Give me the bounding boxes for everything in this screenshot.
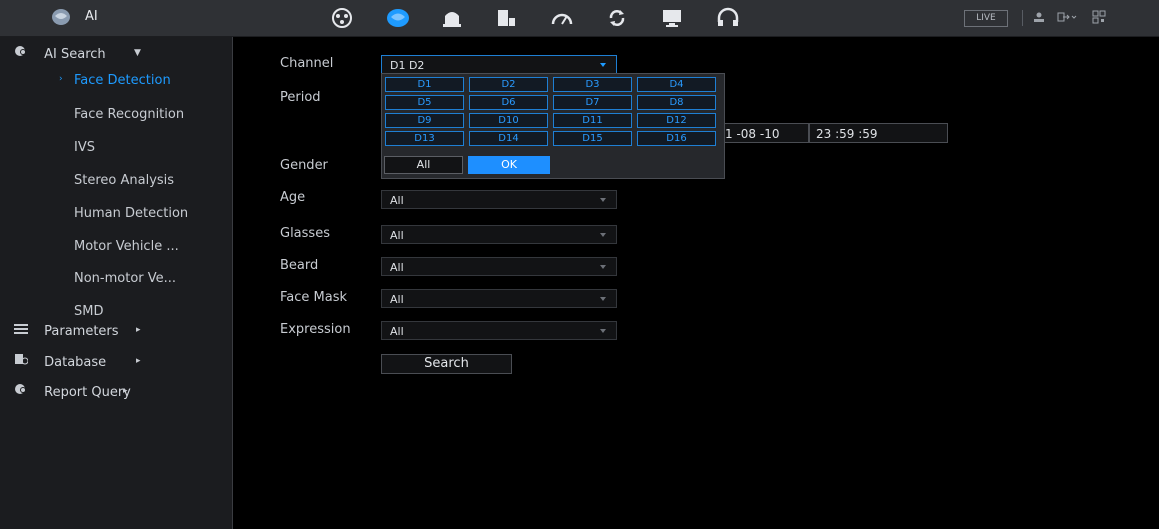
channel-option-d15[interactable]: D15 [553,131,632,146]
live-button[interactable]: LIVE [964,10,1008,27]
glasses-value: All [390,229,404,242]
face-mask-select[interactable]: All [381,289,617,308]
channel-label: Channel [280,56,334,71]
chevron-down-icon [600,297,606,301]
display-icon[interactable] [658,6,686,30]
sidebar-item-label: Database [44,354,107,370]
qr-code-icon[interactable] [1092,9,1106,25]
channel-option-d3[interactable]: D3 [553,77,632,92]
sidebar-item-database[interactable]: Database [14,348,106,376]
sidebar-item-label: Parameters [44,323,119,339]
sidebar-item-parameters[interactable]: Parameters [14,317,119,345]
chevron-down-icon [600,233,606,237]
channel-option-d1[interactable]: D1 [385,77,464,92]
headset-icon[interactable] [714,6,742,30]
app-title: AI [85,9,98,24]
user-icon[interactable] [1033,9,1045,25]
beard-value: All [390,261,404,274]
logout-icon[interactable] [1057,9,1077,25]
beard-label: Beard [280,258,319,273]
channel-option-d7[interactable]: D7 [553,95,632,110]
beard-select[interactable]: All [381,257,617,276]
channel-option-d13[interactable]: D13 [385,131,464,146]
age-select[interactable]: All [381,190,617,209]
expression-label: Expression [280,322,351,337]
chevron-right-icon: ▸ [136,356,141,366]
sync-icon[interactable] [603,6,631,30]
chevron-right-icon: ▸ [136,325,141,335]
sidebar-sub-ivs[interactable]: IVS [74,134,95,162]
sidebar-item-label: AI Search [44,46,106,62]
chevron-down-icon [600,329,606,333]
channel-option-d16[interactable]: D16 [637,131,716,146]
channel-option-d2[interactable]: D2 [469,77,548,92]
channel-option-d14[interactable]: D14 [469,131,548,146]
ai-search-icon [14,40,28,68]
sidebar-sub-stereo-analysis[interactable]: Stereo Analysis [74,167,174,195]
channel-ok-button[interactable]: OK [468,156,550,174]
sidebar-sub-non-motor-vehicle[interactable]: Non-motor Ve... [74,265,176,293]
report-query-icon [14,378,28,406]
sidebar-sub-face-detection[interactable]: Face Detection [74,67,171,95]
channel-option-d4[interactable]: D4 [637,77,716,92]
divider [1022,10,1023,26]
age-label: Age [280,190,306,205]
chevron-down-icon [600,265,606,269]
channel-select[interactable]: D1 D2 [381,55,617,74]
playback-icon[interactable] [328,6,356,30]
channel-option-d8[interactable]: D8 [637,95,716,110]
search-button[interactable]: Search [381,354,512,374]
channel-option-d11[interactable]: D11 [553,113,632,128]
sidebar-sub-human-detection[interactable]: Human Detection [74,200,188,228]
chevron-down-icon: ▼ [134,48,141,58]
channel-option-d10[interactable]: D10 [469,113,548,128]
storage-icon[interactable] [492,6,520,30]
chevron-down-icon [600,198,606,202]
face-mask-value: All [390,293,404,306]
database-icon [14,348,29,376]
ai-brain-icon [51,8,71,26]
chevron-down-icon [600,63,606,67]
chevron-right-icon: › [59,74,63,84]
sidebar-item-report-query[interactable]: Report Query [14,378,131,406]
chevron-right-icon: ▸ [123,386,128,396]
alarm-bell-icon[interactable] [438,6,466,30]
face-mask-label: Face Mask [280,290,348,305]
expression-select[interactable]: All [381,321,617,340]
sidebar-item-ai-search[interactable]: AI Search [14,40,106,68]
period-end-time-field[interactable]: 23 :59 :59 [809,123,948,143]
expression-value: All [390,325,404,338]
channel-option-d12[interactable]: D12 [637,113,716,128]
top-nav-bar: AI LIVE [0,0,1159,37]
age-value: All [390,194,404,207]
ai-brain-icon[interactable] [384,6,412,30]
sidebar-item-label: Report Query [44,384,131,400]
gender-label: Gender [280,158,328,173]
performance-gauge-icon[interactable] [548,6,576,30]
channel-option-d5[interactable]: D5 [385,95,464,110]
list-icon [14,317,28,345]
channel-option-d9[interactable]: D9 [385,113,464,128]
channel-all-button[interactable]: All [384,156,463,174]
period-end-date-field[interactable]: 1 -08 -10 [718,123,809,143]
sidebar-sub-face-recognition[interactable]: Face Recognition [74,101,184,129]
glasses-label: Glasses [280,226,330,241]
glasses-select[interactable]: All [381,225,617,244]
channel-option-d6[interactable]: D6 [469,95,548,110]
sidebar-sub-motor-vehicle[interactable]: Motor Vehicle ... [74,233,179,261]
period-label: Period [280,90,321,105]
